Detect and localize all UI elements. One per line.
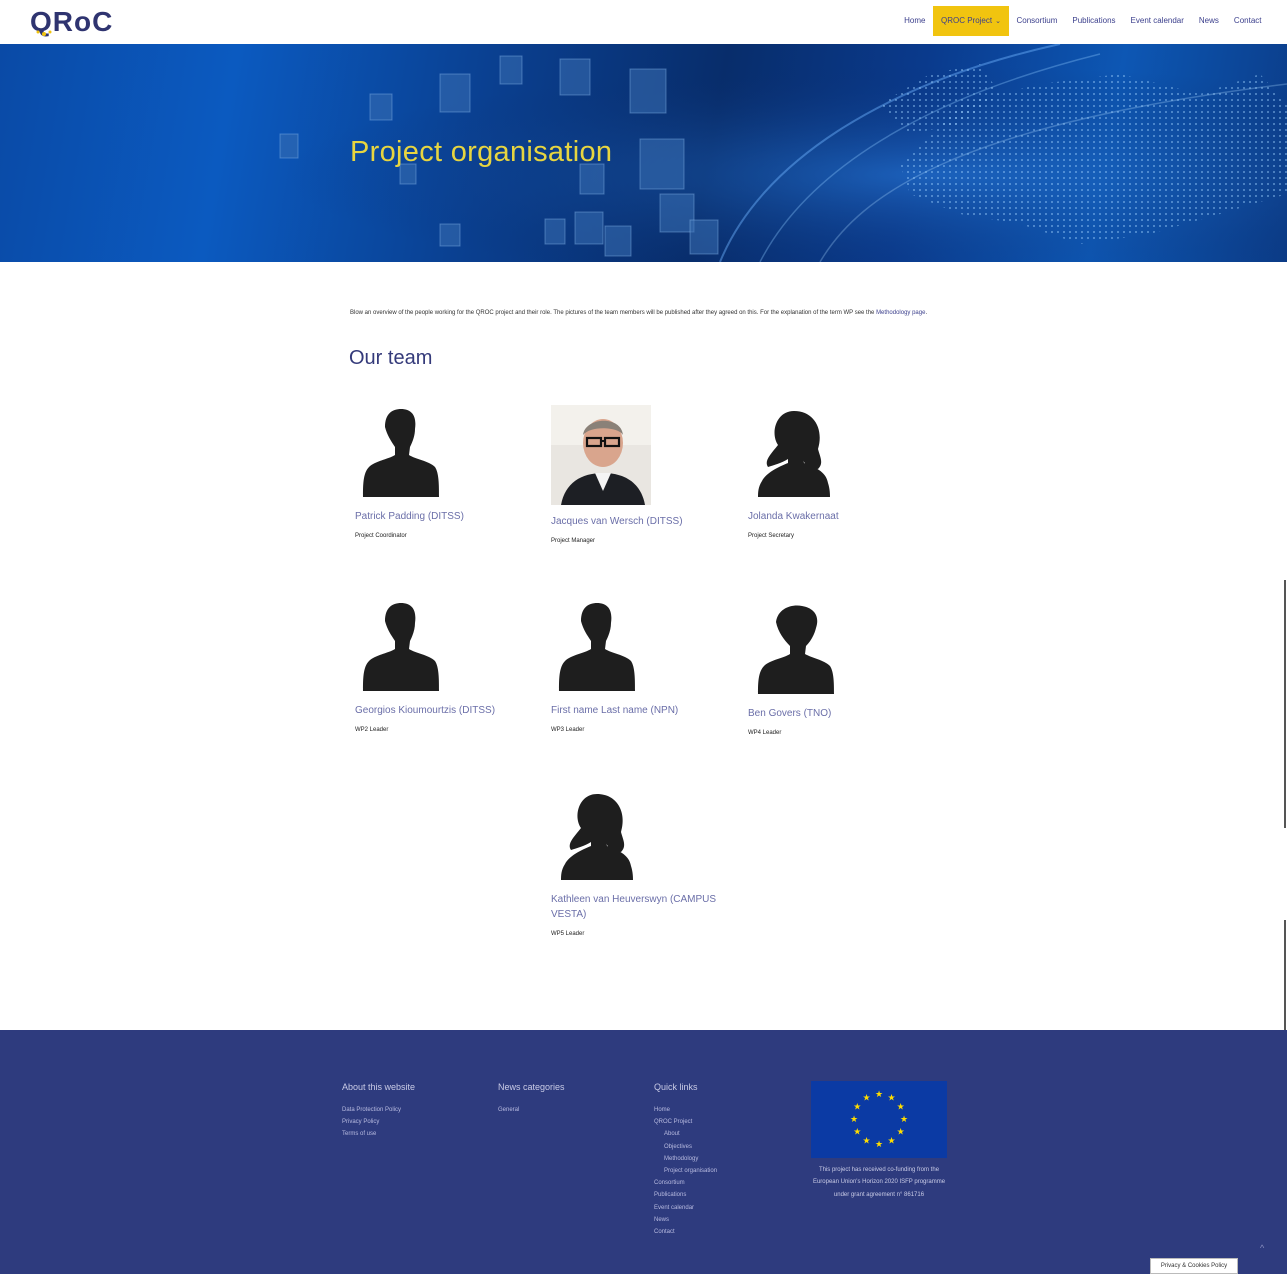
female-silhouette-icon [561, 794, 633, 880]
member-name: Patrick Padding (DITSS) [355, 511, 464, 522]
site-footer: About this website Data Protection Polic… [0, 1030, 1287, 1274]
footer-link[interactable]: News [654, 1214, 717, 1226]
eu-star-icon: ★ [853, 1102, 861, 1112]
eu-star-icon: ★ [897, 1127, 905, 1137]
footer-about-title: About this website [342, 1082, 416, 1092]
footer-link[interactable]: Terms of use [342, 1128, 415, 1140]
team-member-card: Kathleen van Heuverswyn (CAMPUS VESTA) W… [551, 788, 741, 937]
footer-link[interactable]: About [654, 1128, 717, 1140]
footer-link[interactable]: Contact [654, 1226, 717, 1238]
female-silhouette-icon [758, 411, 830, 497]
member-name: Kathleen van Heuverswyn (CAMPUS VESTA) [551, 894, 717, 920]
male-silhouette-icon [559, 603, 635, 691]
member-name: Jolanda Kwakernaat [748, 511, 839, 522]
eu-star-icon: ★ [875, 1089, 883, 1099]
footer-link[interactable]: Project organisation [654, 1165, 717, 1177]
footer-link[interactable]: Data Protection Policy [342, 1104, 415, 1116]
scrollbar-thumb[interactable] [1284, 580, 1286, 828]
member-role: Project Secretary [748, 533, 795, 539]
intro-text: Blow an overview of the people working f… [350, 310, 877, 316]
nav-item-consortium[interactable]: Consortium [1009, 6, 1065, 36]
member-name: First name Last name (NPN) [551, 705, 679, 716]
chevron-down-icon: ⌄ [995, 18, 1001, 25]
nav-item-home[interactable]: Home [897, 6, 933, 36]
footer-link[interactable]: Privacy Policy [342, 1116, 415, 1128]
team-member-card: Patrick Padding (DITSS) Project Coordina… [355, 405, 545, 539]
privacy-cookies-button[interactable]: Privacy & Cookies Policy [1150, 1258, 1238, 1274]
member-role: Project Coordinator [355, 533, 407, 539]
team-member-card: Jacques van Wersch (DITSS) Project Manag… [551, 405, 741, 544]
nav-item-contact[interactable]: Contact [1226, 6, 1269, 36]
nav-item-label: Event calendar [1130, 16, 1184, 25]
footer-link[interactable]: Publications [654, 1189, 717, 1201]
footer-link[interactable]: Objectives [654, 1141, 717, 1153]
eu-star-icon: ★ [875, 1139, 883, 1149]
footer-news-title: News categories [498, 1082, 565, 1092]
nav-item-label: Publications [1072, 16, 1116, 25]
team-member-card: First name Last name (NPN) WP3 Leader [551, 599, 741, 733]
eu-star-icon: ★ [850, 1114, 858, 1124]
member-role: WP4 Leader [748, 730, 782, 736]
eu-star-icon: ★ [862, 1092, 870, 1102]
footer-link[interactable]: Event calendar [654, 1202, 717, 1214]
hero-banner: Project organisation [0, 44, 1287, 262]
funding-statement: This project has received co-funding fro… [812, 1167, 946, 1198]
footer-news-column: News categories General [498, 1082, 565, 1116]
footer-link[interactable]: QROC Project [654, 1116, 717, 1128]
member-name: Ben Govers (TNO) [748, 708, 832, 719]
main-nav: Home QROC Project ⌄ Consortium Publications E… [897, 6, 1269, 36]
team-member-card: Ben Govers (TNO) WP4 Leader [748, 602, 938, 736]
intro-paragraph: Blow an overview of the people working f… [350, 307, 940, 319]
male-silhouette-icon [758, 605, 834, 694]
page-title: Project organisation [350, 136, 613, 168]
qroc-logo[interactable]: QRoC [30, 7, 140, 37]
site-header: QRoC Home QROC Project ⌄ Consortium Publicat… [0, 0, 1287, 44]
member-role: WP2 Leader [355, 727, 389, 733]
methodology-link[interactable]: Methodology page [876, 310, 925, 316]
nav-item-publications[interactable]: Publications [1065, 6, 1123, 36]
eu-star-icon: ★ [897, 1102, 905, 1112]
eu-star-icon: ★ [900, 1114, 908, 1124]
nav-item-label: News [1198, 16, 1219, 25]
team-member-card: Georgios Kioumourtzis (DITSS) WP2 Leader [355, 599, 545, 733]
eu-star-icon: ★ [887, 1136, 895, 1146]
nav-item-event-calendar[interactable]: Event calendar [1123, 6, 1191, 36]
nav-item-label: Consortium [1016, 16, 1058, 25]
nav-item-label: QROC Project [940, 16, 993, 25]
team-heading: Our team [349, 347, 433, 369]
nav-item-qroc-project[interactable]: QROC Project ⌄ [932, 6, 1009, 36]
footer-quick-title: Quick links [654, 1082, 698, 1092]
member-name: Jacques van Wersch (DITSS) [551, 516, 683, 527]
footer-link[interactable]: Consortium [654, 1177, 717, 1189]
hero-background-image [0, 44, 1287, 262]
footer-about-column: About this website Data Protection Polic… [342, 1082, 415, 1141]
eu-star-icon: ★ [862, 1136, 870, 1146]
eu-flag-icon: ★ ★★★★★★★★★★★ [811, 1081, 947, 1158]
member-name: Georgios Kioumourtzis (DITSS) [355, 705, 496, 716]
member-role: WP3 Leader [551, 727, 585, 733]
team-member-card: Jolanda Kwakernaat Project Secretary [748, 405, 938, 539]
intro-end: . [925, 310, 928, 316]
male-silhouette-icon [363, 409, 439, 497]
male-silhouette-icon [363, 603, 439, 691]
nav-item-label: Home [904, 16, 926, 25]
member-role: WP5 Leader [551, 931, 585, 937]
footer-quick-links-column: Quick links Home QROC Project About Objecti… [654, 1082, 717, 1238]
nav-item-label: Contact [1233, 16, 1262, 25]
scrollbar-track-mark [1284, 920, 1286, 1030]
footer-link[interactable]: Home [654, 1104, 717, 1116]
member-photo [551, 405, 651, 505]
footer-link[interactable]: Methodology [654, 1153, 717, 1165]
eu-star-icon: ★ [887, 1092, 895, 1102]
member-role: Project Manager [551, 538, 596, 544]
nav-item-news[interactable]: News [1191, 6, 1226, 36]
eu-star-icon: ★ [853, 1127, 861, 1137]
svg-text:QRoC: QRoC [30, 7, 113, 37]
footer-link[interactable]: General [498, 1104, 565, 1116]
back-to-top-icon[interactable]: ^ [1260, 1243, 1264, 1253]
